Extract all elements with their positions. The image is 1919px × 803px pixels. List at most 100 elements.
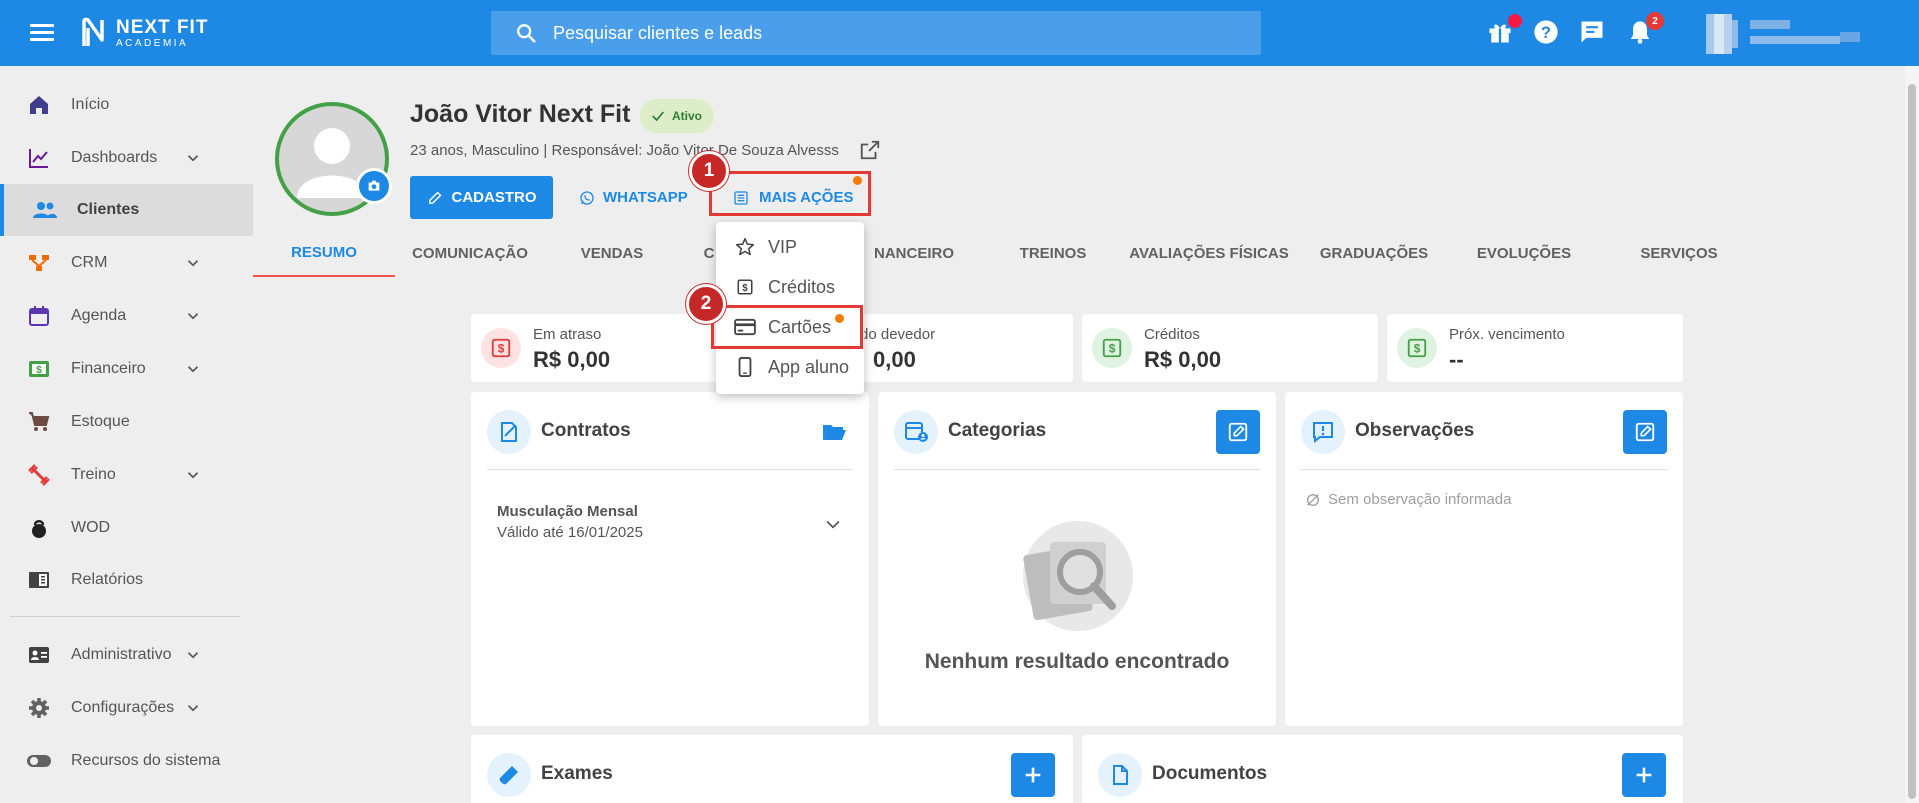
- sidebar-item-estoque[interactable]: Estoque: [0, 396, 253, 448]
- stat-card-prox-vencimento: $ Próx. vencimento --: [1387, 314, 1683, 382]
- panel-title: Categorias: [948, 420, 1047, 441]
- open-external-icon[interactable]: [859, 139, 881, 161]
- top-app-bar: NEXT FIT ACADEMIA Pesquisar clientes e l…: [0, 0, 1919, 66]
- money-alert-icon: $: [481, 328, 521, 368]
- tab-comunicacao[interactable]: COMUNICAÇÃO: [395, 230, 545, 277]
- gift-alert-dot: [1508, 14, 1522, 28]
- panel-divider: [1301, 469, 1667, 470]
- sidebar-item-relatorios[interactable]: Relatórios: [0, 554, 253, 606]
- sidebar-item-crm[interactable]: CRM: [0, 237, 253, 289]
- stat-value: R$ 0,00: [1144, 347, 1222, 372]
- sidebar-divider: [10, 616, 240, 617]
- edit-icon: [428, 191, 441, 204]
- chevron-down-icon: [187, 313, 199, 320]
- whatsapp-icon: [580, 190, 594, 205]
- tab-graduacoes[interactable]: GRADUAÇÕES: [1299, 230, 1449, 277]
- sidebar-item-label: Recursos do sistema: [71, 752, 221, 769]
- add-documento-button[interactable]: [1622, 753, 1666, 797]
- whatsapp-button[interactable]: WHATSAPP: [579, 176, 688, 219]
- next-fit-logo-icon: [82, 17, 104, 46]
- shopping-cart-icon: [26, 409, 52, 435]
- panel-divider: [487, 469, 853, 470]
- camera-icon[interactable]: [356, 168, 392, 204]
- chevron-down-icon[interactable]: [823, 514, 843, 534]
- sidebar-item-recursos[interactable]: Recursos do sistema: [0, 735, 253, 787]
- edit-icon: [1228, 422, 1248, 442]
- menu-item-app-aluno[interactable]: App aluno: [716, 347, 864, 387]
- tab-vendas[interactable]: VENDAS: [545, 230, 679, 277]
- search-input[interactable]: Pesquisar clientes e leads: [491, 11, 1261, 55]
- stat-label: Próx. vencimento: [1449, 326, 1565, 343]
- svg-text:$: $: [742, 283, 748, 294]
- chevron-down-icon: [187, 472, 199, 479]
- edit-observacoes-button[interactable]: [1623, 410, 1667, 454]
- app-logo[interactable]: NEXT FIT ACADEMIA: [80, 16, 208, 50]
- contract-sign-icon: [487, 410, 531, 454]
- notifications-badge: 2: [1646, 12, 1664, 30]
- gift-icon[interactable]: [1486, 14, 1522, 48]
- tab-evolucoes[interactable]: EVOLUÇÕES: [1449, 230, 1599, 277]
- tab-treinos[interactable]: TREINOS: [988, 230, 1118, 277]
- tab-financeiro[interactable]: NANCEIRO: [864, 230, 964, 277]
- wallet-user-icon: [894, 410, 938, 454]
- sidebar-item-label: WOD: [71, 519, 111, 536]
- people-icon: [32, 197, 58, 223]
- cadastro-button[interactable]: CADASTRO: [410, 176, 553, 219]
- edit-categorias-button[interactable]: [1216, 410, 1260, 454]
- chevron-down-icon: [187, 652, 199, 659]
- no-observation-text: Sem observação informada: [1328, 491, 1512, 508]
- empty-state-message: Nenhum resultado encontrado: [924, 650, 1230, 673]
- tab-avaliacoes-fisicas[interactable]: AVALIAÇÕES FÍSICAS: [1119, 230, 1299, 277]
- sidebar-item-label: CRM: [71, 254, 108, 271]
- sidebar: Início Dashboards Clientes CRM Agenda $ …: [0, 66, 253, 803]
- status-label: Ativo: [672, 109, 702, 123]
- money-square-icon: $: [734, 276, 756, 298]
- folder-open-icon[interactable]: [821, 420, 847, 444]
- documentos-panel: Documentos: [1082, 735, 1683, 803]
- sidebar-item-administrativo[interactable]: Administrativo: [0, 629, 253, 681]
- sidebar-item-agenda[interactable]: Agenda: [0, 290, 253, 342]
- smartphone-icon: [734, 356, 756, 378]
- sidebar-item-dashboards[interactable]: Dashboards: [0, 132, 253, 184]
- toggle-icon: [26, 748, 52, 774]
- menu-item-vip[interactable]: VIP: [716, 227, 864, 267]
- document-icon: [1098, 753, 1142, 797]
- sidebar-item-clientes[interactable]: Clientes: [0, 184, 253, 236]
- chevron-down-icon: [187, 260, 199, 267]
- crm-flow-icon: [26, 250, 52, 276]
- client-tabs: RESUMO COMUNICAÇÃO VENDAS C NANCEIRO TRE…: [253, 230, 1919, 277]
- id-card-icon: [26, 642, 52, 668]
- step-marker-2: 2: [686, 284, 726, 324]
- page-scrollbar[interactable]: [1905, 66, 1919, 803]
- menu-item-creditos[interactable]: $ Créditos: [716, 267, 864, 307]
- menu-item-label: App aluno: [768, 356, 850, 377]
- sidebar-item-configuracoes[interactable]: Configurações: [0, 682, 253, 734]
- panel-title: Observações: [1355, 420, 1475, 441]
- sidebar-item-label: Financeiro: [71, 360, 146, 377]
- tab-resumo[interactable]: RESUMO: [253, 230, 395, 277]
- svg-text:$: $: [1109, 342, 1116, 356]
- svg-text:$: $: [1414, 342, 1421, 356]
- panel-divider: [894, 469, 1260, 470]
- svg-text:?: ?: [1541, 24, 1551, 42]
- notifications-bell-icon[interactable]: 2: [1626, 12, 1664, 48]
- user-profile-menu[interactable]: [1706, 14, 1876, 54]
- sidebar-item-label: Configurações: [71, 699, 175, 716]
- add-exame-button[interactable]: [1011, 753, 1055, 797]
- help-icon[interactable]: ?: [1532, 18, 1562, 48]
- sidebar-item-treino[interactable]: Treino: [0, 449, 253, 501]
- chart-line-icon: [26, 145, 52, 171]
- plus-icon: [1636, 767, 1652, 783]
- sidebar-item-wod[interactable]: WOD: [0, 502, 253, 554]
- hamburger-menu-icon[interactable]: [28, 21, 56, 45]
- step-marker-1: 1: [689, 151, 729, 191]
- calendar-icon: [26, 303, 52, 329]
- cadastro-label: CADASTRO: [451, 189, 537, 206]
- stat-label: Créditos: [1144, 326, 1200, 343]
- tab-servicos[interactable]: SERVIÇOS: [1599, 230, 1759, 277]
- sidebar-item-inicio[interactable]: Início: [0, 79, 253, 131]
- sidebar-item-label: Início: [71, 96, 110, 113]
- scrollbar-thumb[interactable]: [1908, 84, 1916, 799]
- sidebar-item-financeiro[interactable]: $ Financeiro: [0, 343, 253, 395]
- chat-icon[interactable]: [1578, 18, 1608, 48]
